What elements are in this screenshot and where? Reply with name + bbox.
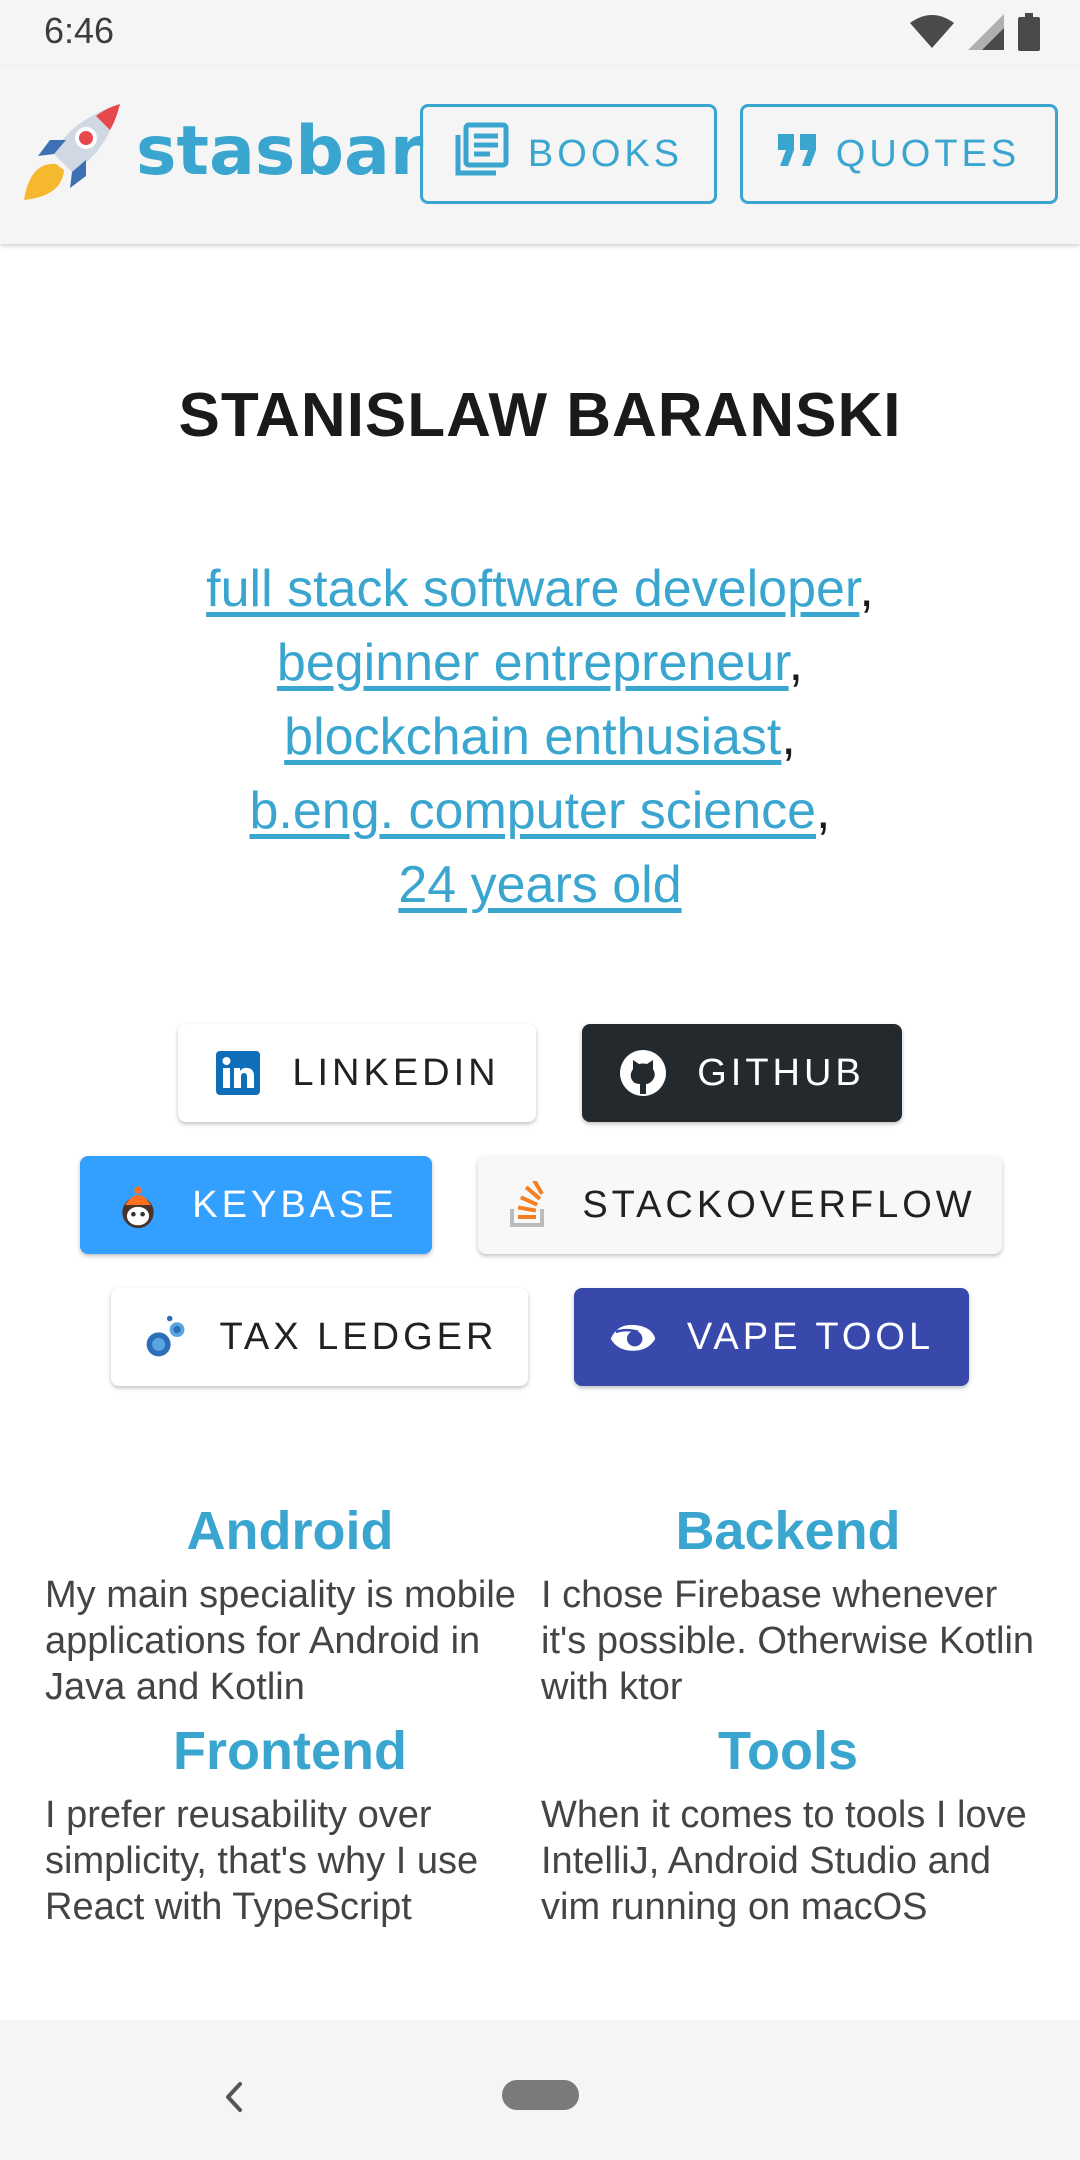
role-link[interactable]: full stack software developer	[206, 560, 859, 618]
books-button[interactable]: BOOKS	[420, 104, 717, 204]
quotes-button[interactable]: QUOTES	[740, 104, 1058, 204]
signal-icon	[968, 13, 1004, 55]
skill-title-tools: Tools	[718, 1721, 858, 1781]
skill-title-backend: Backend	[675, 1501, 901, 1561]
skill-text-backend: I chose Firebase whenever it's possible.…	[541, 1574, 1035, 1708]
rocket-logo-icon[interactable]	[20, 100, 126, 206]
keybase-label: KEYBASE	[192, 1183, 398, 1226]
keybase-button[interactable]: KEYBASE	[80, 1156, 432, 1254]
linkedin-button[interactable]: LINKEDIN	[178, 1024, 536, 1122]
stackoverflow-button[interactable]: STACKOVERFLOW	[478, 1156, 1002, 1254]
brand-title[interactable]: stasbar	[136, 112, 423, 191]
role-list: full stack software developer, beginner …	[206, 560, 874, 914]
battery-icon	[1018, 12, 1040, 56]
github-button[interactable]: GITHUB	[582, 1024, 902, 1122]
tax-ledger-button[interactable]: TAX LEDGER	[111, 1288, 528, 1386]
stackoverflow-label: STACKOVERFLOW	[582, 1183, 976, 1226]
wifi-icon	[910, 14, 954, 54]
skill-title-android: Android	[186, 1501, 394, 1561]
linkedin-icon	[214, 1049, 262, 1097]
role-link[interactable]: b.eng. computer science	[250, 782, 817, 840]
back-icon[interactable]	[210, 2072, 260, 2122]
vape-tool-button[interactable]: VAPE TOOL	[574, 1288, 969, 1386]
linkedin-label: LINKEDIN	[292, 1051, 500, 1094]
home-pill-icon[interactable]	[502, 2080, 579, 2110]
vape-tool-label: VAPE TOOL	[686, 1315, 935, 1358]
status-icons	[910, 12, 1040, 56]
skill-text-tools: When it comes to tools I love IntelliJ, …	[541, 1794, 1027, 1928]
skill-text-frontend: I prefer reusability over simplicity, th…	[45, 1794, 479, 1928]
github-label: GITHUB	[697, 1051, 865, 1094]
tax-ledger-label: TAX LEDGER	[219, 1315, 498, 1358]
github-icon	[619, 1049, 667, 1097]
skill-text-android: My main speciality is mobile application…	[45, 1574, 516, 1708]
quotes-label: QUOTES	[835, 132, 1021, 175]
role-link[interactable]: beginner entrepreneur	[277, 634, 789, 692]
status-time: 6:46	[44, 10, 115, 51]
quote-icon	[777, 133, 818, 176]
keybase-icon	[114, 1181, 162, 1229]
vape-tool-icon	[609, 1313, 657, 1361]
page-title: STANISLAW BARANSKI	[178, 381, 902, 450]
role-link[interactable]: blockchain enthusiast	[284, 708, 781, 766]
role-link[interactable]: 24 years old	[398, 856, 681, 914]
tax-ledger-icon	[142, 1313, 190, 1361]
stackoverflow-icon	[504, 1181, 552, 1229]
books-label: BOOKS	[527, 132, 684, 175]
book-icon	[454, 121, 510, 187]
skill-title-frontend: Frontend	[173, 1721, 407, 1781]
